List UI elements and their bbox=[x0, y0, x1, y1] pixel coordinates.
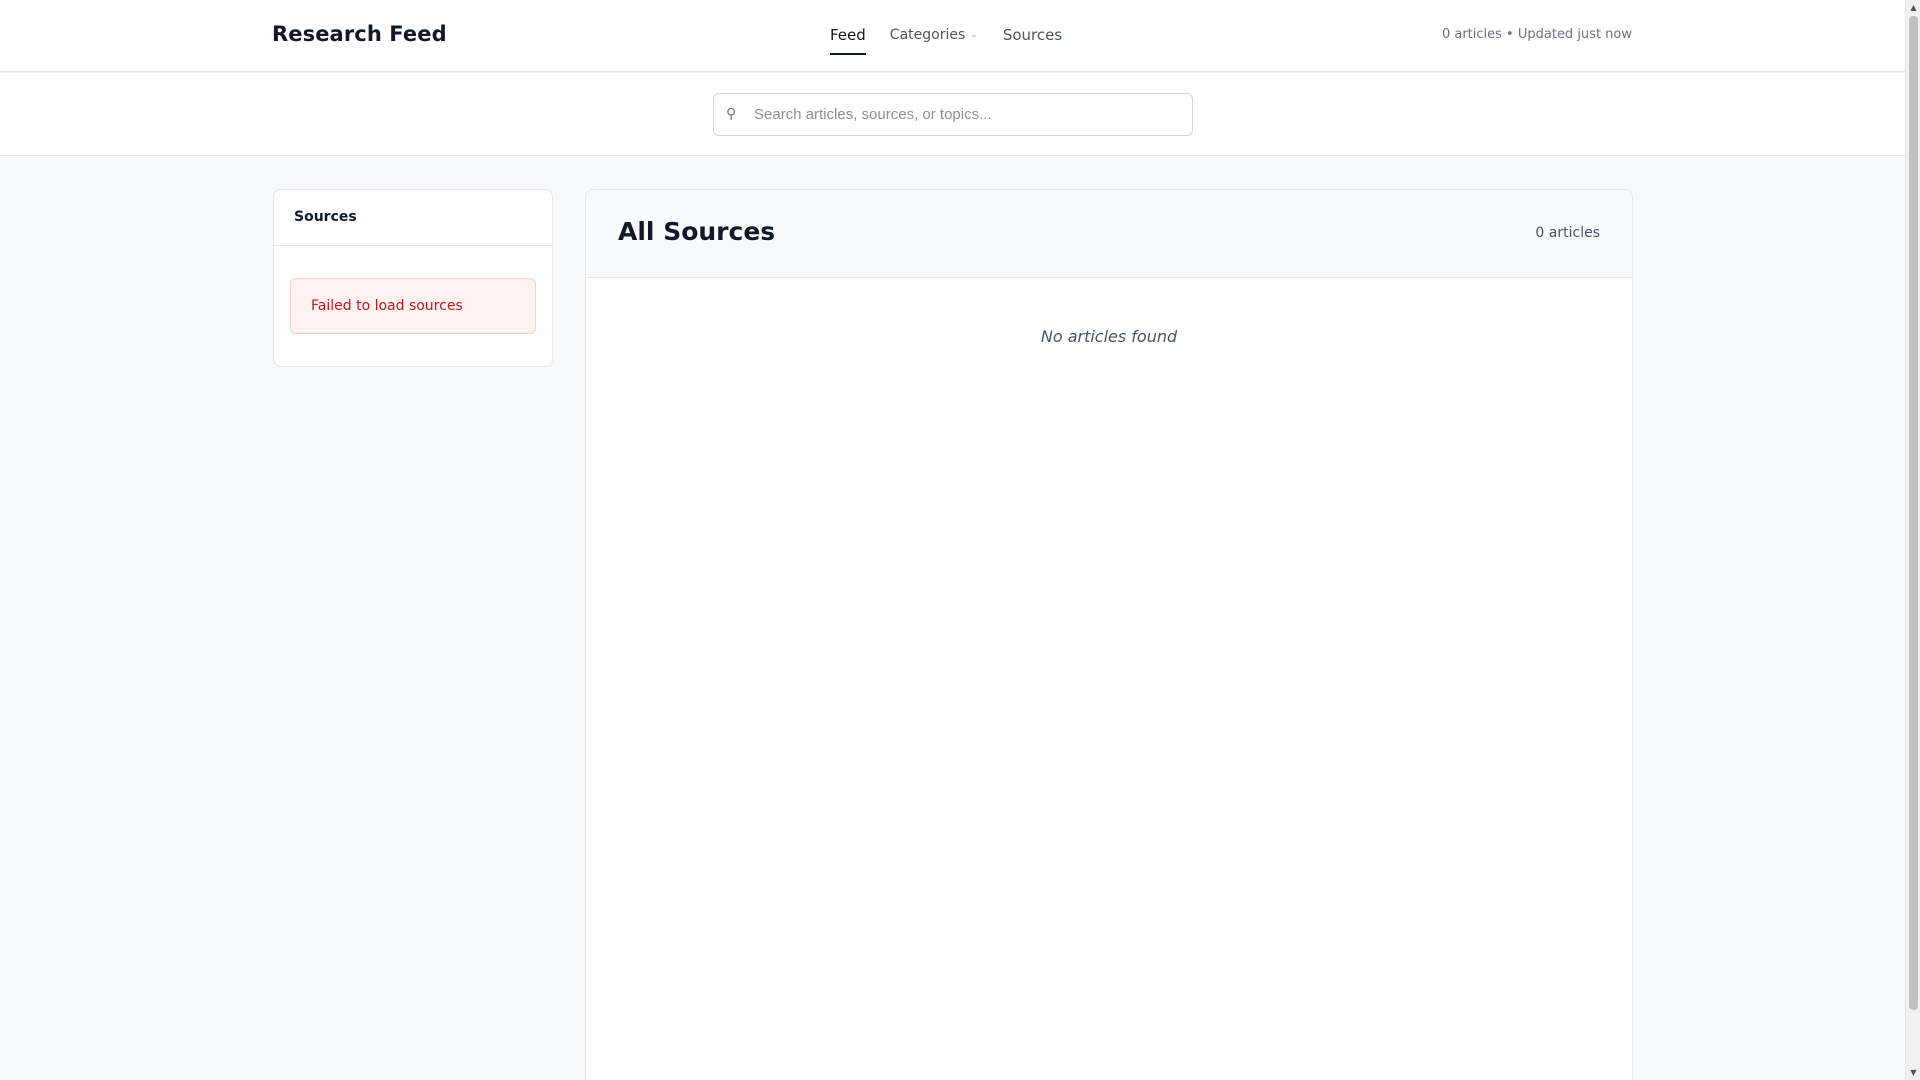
nav-sources-tab[interactable]: Sources bbox=[1003, 26, 1062, 44]
nav-categories-dropdown[interactable]: Categories ⌄ bbox=[890, 27, 978, 43]
nav-feed-label: Feed bbox=[830, 26, 866, 44]
brand-title[interactable]: Research Feed bbox=[272, 22, 447, 46]
search-icon: ⚲ bbox=[726, 106, 737, 122]
sources-sidebar: Sources Failed to load sources bbox=[273, 189, 553, 367]
chevron-down-icon: ⌄ bbox=[970, 30, 978, 40]
nav-feed-tab[interactable]: Feed bbox=[830, 26, 866, 55]
article-count: 0 articles bbox=[1535, 225, 1600, 241]
empty-state-message: No articles found bbox=[1040, 327, 1178, 346]
page-title: All Sources bbox=[618, 217, 776, 246]
top-header: Research Feed Feed Categories ⌄ Sources 0… bbox=[0, 0, 1905, 72]
scroll-up-arrow-icon[interactable]: ▲ bbox=[1906, 0, 1920, 15]
scroll-thumb[interactable] bbox=[1909, 16, 1918, 1010]
browser-viewport: Research Feed Feed Categories ⌄ Sources 0… bbox=[0, 0, 1920, 1080]
sidebar-title: Sources bbox=[274, 190, 552, 246]
scroll-down-arrow-icon[interactable]: ▼ bbox=[1906, 1065, 1920, 1080]
nav-categories-label: Categories bbox=[889, 27, 966, 43]
feed-status: 0 articles • Updated just now bbox=[1441, 27, 1632, 42]
search-bar: ⚲ bbox=[0, 73, 1905, 156]
articles-panel: All Sources 0 articles No articles found bbox=[585, 189, 1633, 1080]
page: Research Feed Feed Categories ⌄ Sources 0… bbox=[0, 0, 1905, 1080]
main-nav: Feed Categories ⌄ Sources bbox=[830, 0, 1062, 72]
search-input[interactable] bbox=[754, 94, 1184, 135]
articles-panel-header: All Sources 0 articles bbox=[586, 190, 1632, 278]
sources-error-message: Failed to load sources bbox=[290, 278, 536, 334]
page-scrollbar[interactable]: ▲ ▼ bbox=[1905, 0, 1920, 1080]
search-box[interactable]: ⚲ bbox=[713, 93, 1193, 136]
nav-sources-label: Sources bbox=[1002, 26, 1063, 44]
